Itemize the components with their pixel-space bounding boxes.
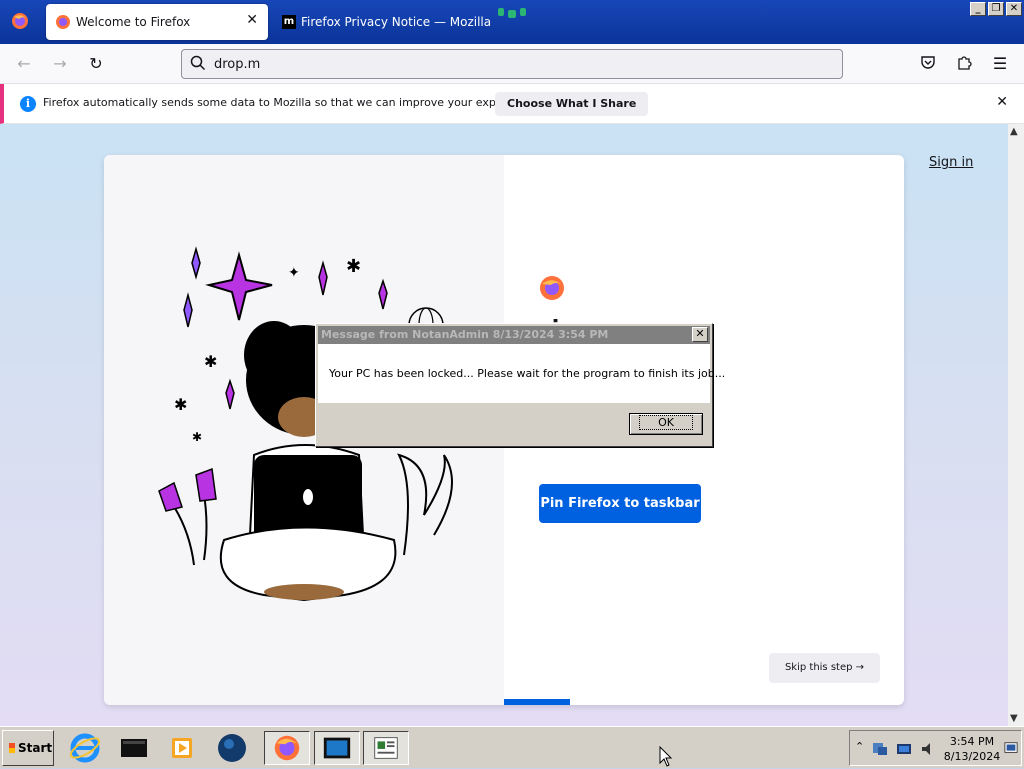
sign-in-link[interactable]: Sign in — [929, 155, 973, 170]
choose-what-i-share-button[interactable]: Choose What I Share — [495, 92, 649, 116]
notification-bar: i Firefox automatically sends some data … — [0, 84, 1024, 124]
tab-welcome[interactable]: Welcome to Firefox ✕ — [46, 4, 268, 40]
svg-text:✱: ✱ — [192, 430, 202, 444]
tab-bar: Welcome to Firefox ✕ m Firefox Privacy N… — [0, 0, 1024, 44]
reload-icon[interactable]: ↻ — [86, 54, 106, 74]
clock-time: 3:54 PM — [949, 735, 995, 748]
skip-step-button[interactable]: Skip this step → — [769, 653, 880, 683]
svg-text:✱: ✱ — [204, 352, 217, 371]
pocket-icon[interactable] — [918, 54, 938, 74]
step-progress-bar — [504, 699, 570, 705]
close-notification-icon[interactable]: ✕ — [996, 94, 1008, 110]
message-dialog: Message from NotanAdmin 8/13/2024 3:54 P… — [315, 323, 725, 447]
decor-graphic — [498, 8, 526, 18]
tab-title: Welcome to Firefox — [76, 15, 191, 29]
navigation-bar: ← → ↻ ☰ — [0, 44, 1024, 84]
tray-expand-icon[interactable]: ⌃ — [855, 740, 864, 753]
forward-icon[interactable]: → — [50, 54, 70, 74]
firefox-icon[interactable] — [264, 731, 310, 765]
scroll-down-icon[interactable]: ▼ — [1010, 713, 1018, 724]
arrow-right-icon: → — [855, 662, 865, 673]
globe-icon[interactable] — [215, 731, 255, 765]
minimize-button[interactable]: _ — [970, 2, 986, 16]
close-tab-icon[interactable]: ✕ — [246, 12, 258, 28]
tab-title: Firefox Privacy Notice — Mozilla — [301, 15, 492, 29]
network-tray-icon[interactable] — [872, 741, 888, 757]
svg-text:✱: ✱ — [174, 395, 187, 414]
firefox-logo-icon — [539, 275, 565, 305]
dialog-body: Your PC has been locked... Please wait f… — [318, 344, 725, 403]
system-tray: ⌃ 3:54 PM 8/13/2024 — [849, 730, 1022, 766]
back-icon[interactable]: ← — [14, 54, 34, 74]
clock-date: 8/13/2024 — [943, 750, 1001, 763]
notification-tray-icon[interactable] — [1004, 741, 1018, 755]
tab-privacy-notice[interactable]: m Firefox Privacy Notice — Mozilla — [274, 4, 514, 40]
terminal-icon[interactable] — [117, 731, 157, 765]
ie-icon[interactable] — [68, 731, 108, 765]
dialog-message: Your PC has been locked... Please wait f… — [329, 367, 726, 380]
mouse-cursor-icon — [659, 746, 673, 767]
document-icon[interactable] — [363, 731, 409, 765]
info-icon: i — [20, 96, 36, 112]
volume-tray-icon[interactable] — [920, 741, 936, 757]
mozilla-icon: m — [282, 15, 296, 29]
start-label: Start — [18, 741, 53, 755]
vertical-scrollbar[interactable]: ▲ ▼ — [1008, 124, 1024, 726]
dialog-titlebar[interactable]: Message from NotanAdmin 8/13/2024 3:54 P… — [318, 326, 710, 344]
search-icon — [190, 55, 206, 75]
pin-to-taskbar-button[interactable]: Pin Firefox to taskbar — [539, 484, 701, 523]
url-input[interactable] — [214, 54, 814, 74]
start-button[interactable]: Start — [2, 730, 54, 766]
svg-text:✱: ✱ — [346, 256, 361, 277]
window-controls: _ ❐ ✕ — [970, 2, 1022, 16]
notification-message: Firefox automatically sends some data to… — [43, 96, 541, 109]
dialog-close-button[interactable]: ✕ — [692, 327, 708, 342]
dialog-title: Message from NotanAdmin 8/13/2024 3:54 P… — [321, 328, 609, 341]
scroll-up-icon[interactable]: ▲ — [1010, 126, 1018, 137]
firefox-icon — [55, 14, 71, 34]
clock[interactable]: 3:54 PM 8/13/2024 — [942, 734, 1002, 764]
url-bar[interactable] — [181, 49, 843, 79]
extensions-icon[interactable] — [954, 54, 974, 74]
menu-icon[interactable]: ☰ — [990, 54, 1010, 74]
windows-flag-icon — [9, 743, 15, 753]
skip-label: Skip this step — [784, 662, 853, 673]
firefox-menu-icon[interactable] — [10, 11, 30, 35]
monitor-icon[interactable] — [314, 731, 360, 765]
maximize-button[interactable]: ❐ — [988, 2, 1004, 16]
ok-label: OK — [639, 415, 693, 430]
ok-button[interactable]: OK — [629, 413, 703, 435]
close-window-button[interactable]: ✕ — [1006, 2, 1022, 16]
display-tray-icon[interactable] — [896, 741, 912, 757]
taskbar: Start ⌃ 3:54 PM 8/13/2024 — [0, 726, 1024, 768]
media-player-icon[interactable] — [166, 731, 206, 765]
svg-text:✦: ✦ — [288, 265, 300, 281]
